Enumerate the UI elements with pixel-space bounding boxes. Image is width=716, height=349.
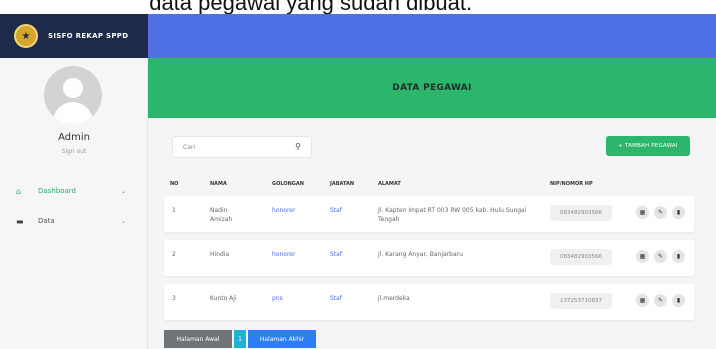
column-header-nama: NAMA (210, 181, 227, 187)
column-header-golongan: GOLONGAN (272, 181, 304, 187)
search-icon[interactable]: ⚲ (295, 142, 301, 151)
profile-name: Admin (58, 132, 90, 143)
add-employee-button[interactable]: + TAMBAH PEGAWAI (606, 136, 690, 156)
detail-icon[interactable]: ▦ (636, 294, 649, 307)
table-row: 3 Kunto Aji pns Staf jl.merdeka 13725371… (164, 284, 694, 320)
table-row: 2 Hindia honorer Staf jl. Karang Anyar, … (164, 240, 694, 276)
column-header-nip: NIP/NOMOR HP (550, 181, 593, 187)
emblem-icon: ★ (14, 24, 38, 48)
sidebar-item-label: Data (38, 217, 55, 225)
pagination: Halaman Awal 1 Halaman Akhir (164, 330, 318, 348)
cell-nama: Nadin Amizah (210, 207, 233, 223)
column-header-jabatan: JABATAN (330, 181, 355, 187)
cell-alamat: Jl. Kapten Impat RT 003 RW 005 kab. Hulu… (378, 207, 527, 223)
chevron-down-icon: ⌄ (120, 217, 126, 225)
page-number-button[interactable]: 1 (234, 330, 246, 348)
last-page-button[interactable]: Halaman Akhir (248, 330, 316, 348)
edit-icon[interactable]: ✎ (654, 250, 667, 263)
cell-nama: Hindia (210, 251, 230, 258)
cell-jabatan: Staf (330, 251, 342, 258)
brand-bar[interactable]: ★ SISFO REKAP SPPD (0, 14, 148, 58)
detail-icon[interactable]: ▦ (636, 206, 649, 219)
avatar (44, 66, 102, 124)
page-title: DATA PEGAWAI (392, 83, 472, 93)
sidebar-item-label: Dashboard (38, 187, 76, 195)
user-profile: Admin Sign out (0, 58, 148, 170)
avatar-body-shape (53, 102, 93, 124)
trash-icon[interactable]: ▮ (672, 206, 685, 219)
main-content: DATA PEGAWAI Cari ⚲ + TAMBAH PEGAWAI NO … (148, 58, 716, 349)
sidebar: ★ SISFO REKAP SPPD Admin Sign out ⌂ Dash… (0, 0, 148, 349)
sidebar-item-data[interactable]: ▬ Data ⌄ (0, 206, 148, 236)
column-header-no: NO (170, 181, 179, 187)
sidebar-nav: ⌂ Dashboard ⌄ ▬ Data ⌄ (0, 170, 148, 349)
cell-jabatan: Staf (330, 207, 342, 214)
cell-jabatan: Staf (330, 295, 342, 302)
table-header: NO NAMA GOLONGAN JABATAN ALAMAT NIP/NOMO… (164, 178, 694, 192)
edit-icon[interactable]: ✎ (654, 294, 667, 307)
cell-no: 1 (172, 207, 176, 214)
folder-icon: ▬ (16, 216, 24, 226)
data-card: Cari ⚲ + TAMBAH PEGAWAI NO NAMA GOLONGAN… (164, 136, 694, 349)
trash-icon[interactable]: ▮ (672, 250, 685, 263)
sign-out-link[interactable]: Sign out (0, 148, 148, 155)
cell-hp: 137253710837 (550, 293, 612, 309)
search-input[interactable]: Cari ⚲ (172, 136, 312, 158)
detail-icon[interactable]: ▦ (636, 250, 649, 263)
cell-alamat: jl. Karang Anyar, Banjarbaru (378, 251, 463, 258)
column-header-alamat: ALAMAT (378, 181, 401, 187)
cell-hp: 083482903566 (550, 249, 612, 265)
cell-alamat: jl.merdeka (378, 295, 410, 302)
table-row: 1 Nadin Amizah honorer Staf Jl. Kapten I… (164, 196, 694, 232)
trash-icon[interactable]: ▮ (672, 294, 685, 307)
page-banner: DATA PEGAWAI (148, 58, 716, 118)
cell-golongan: honorer (272, 251, 296, 258)
cell-no: 3 (172, 295, 176, 302)
cell-golongan: pns (272, 295, 283, 302)
chevron-down-icon: ⌄ (120, 187, 126, 195)
first-page-button[interactable]: Halaman Awal (164, 330, 232, 348)
cell-nama: Kunto Aji (210, 295, 237, 302)
sidebar-item-dashboard[interactable]: ⌂ Dashboard ⌄ (0, 176, 148, 206)
top-navbar (148, 14, 716, 58)
home-icon: ⌂ (16, 186, 22, 196)
brand-title: SISFO REKAP SPPD (48, 32, 129, 40)
search-placeholder: Cari (183, 143, 195, 151)
cell-hp: 083482903566 (550, 205, 612, 221)
avatar-head-shape (63, 78, 83, 98)
cell-no: 2 (172, 251, 176, 258)
cell-golongan: honorer (272, 207, 296, 214)
edit-icon[interactable]: ✎ (654, 206, 667, 219)
